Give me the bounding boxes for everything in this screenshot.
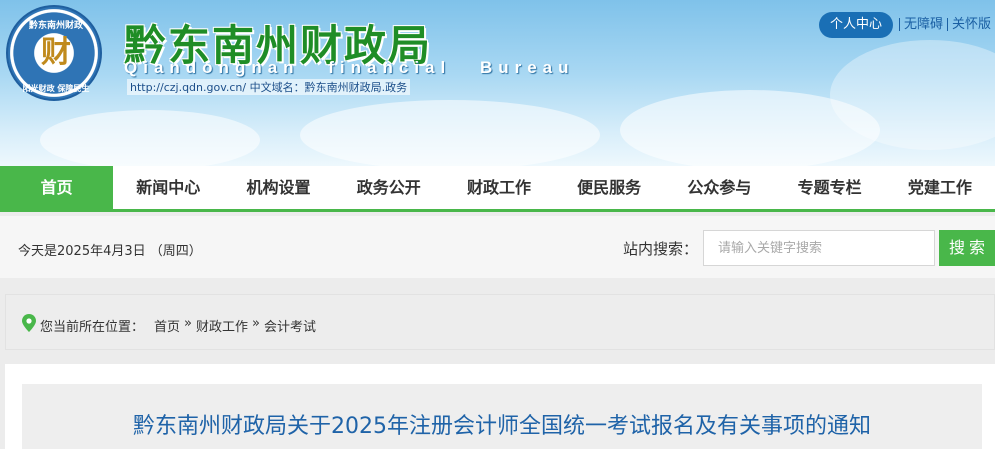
personal-center-button[interactable]: 个人中心 [818, 11, 893, 38]
breadcrumb-trail: 首页 » 财政工作 » 会计考试 [154, 316, 320, 335]
nav-item-party[interactable]: 党建工作 [885, 166, 995, 209]
search-label: 站内搜索： [623, 240, 699, 258]
logo-center-char: 财 [41, 35, 71, 70]
breadcrumb-separator: » [252, 316, 260, 331]
search-input[interactable] [703, 230, 935, 266]
header-cloud [300, 100, 600, 166]
article-title-box: 黔东南州财政局关于2025年注册会计师全国统一考试报名及有关事项的通知 [22, 384, 982, 449]
search-button[interactable]: 搜索 [939, 230, 995, 266]
breadcrumb: 您当前所在位置： 首页 » 财政工作 » 会计考试 [5, 294, 995, 350]
site-header: 黔东南州财政 财 阳光财政 保障民生 黔东南州财政局 Qiandongnan f… [0, 0, 995, 166]
nav-item-services[interactable]: 便民服务 [554, 166, 664, 209]
header-cloud [40, 110, 260, 166]
nav-item-organization[interactable]: 机构设置 [223, 166, 333, 209]
logo-bottom-text: 阳光财政 保障民生 [22, 84, 90, 93]
info-bar: 今天是2025年4月3日 （周四） 站内搜索： 搜索 [0, 216, 995, 278]
site-subtitle: Qiandongnan financial Bureau [124, 58, 575, 77]
nav-item-gov-affairs[interactable]: 政务公开 [334, 166, 444, 209]
breadcrumb-lead: 您当前所在位置： [40, 320, 145, 335]
nav-item-participation[interactable]: 公众参与 [664, 166, 774, 209]
nav-item-news[interactable]: 新闻中心 [113, 166, 223, 209]
care-mode-link[interactable]: 关怀版 [946, 18, 995, 31]
logo-top-text: 黔东南州财政 [28, 21, 83, 31]
nav-item-home[interactable]: 首页 [0, 166, 114, 209]
breadcrumb-home[interactable]: 首页 [154, 316, 180, 335]
current-date: 今天是2025年4月3日 （周四） [18, 244, 202, 259]
breadcrumb-separator: » [184, 316, 192, 331]
location-pin-icon [22, 314, 36, 332]
main-nav: 首页 新闻中心 机构设置 政务公开 财政工作 便民服务 公众参与 专题专栏 党建… [0, 166, 995, 212]
article-title: 黔东南州财政局关于2025年注册会计师全国统一考试报名及有关事项的通知 [133, 414, 871, 439]
article-panel: 黔东南州财政局关于2025年注册会计师全国统一考试报名及有关事项的通知 [5, 364, 995, 449]
top-links: 个人中心 无障碍 关怀版 [818, 11, 995, 38]
accessibility-link[interactable]: 无障碍 [898, 18, 947, 31]
nav-item-finance-work[interactable]: 财政工作 [444, 166, 554, 209]
breadcrumb-finance-work[interactable]: 财政工作 [196, 316, 248, 335]
site-logo-seal[interactable]: 黔东南州财政 财 阳光财政 保障民生 [6, 5, 102, 101]
breadcrumb-accounting-exam[interactable]: 会计考试 [264, 316, 316, 335]
site-url: http://czj.qdn.gov.cn/ 中文域名：黔东南州财政局.政务 [127, 79, 411, 95]
nav-item-topics[interactable]: 专题专栏 [775, 166, 885, 209]
